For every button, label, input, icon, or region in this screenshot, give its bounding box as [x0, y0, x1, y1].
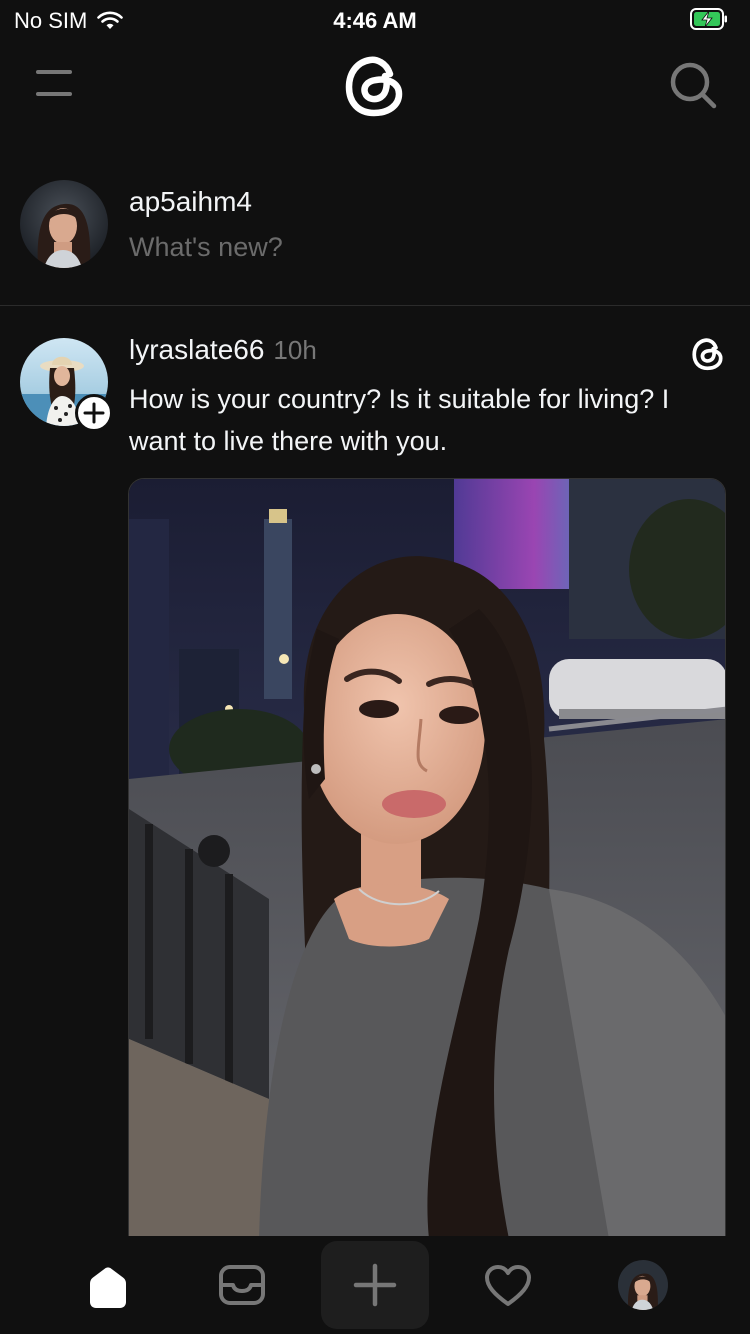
menu-icon[interactable]: [36, 68, 74, 98]
inbox-icon: [219, 1265, 265, 1305]
avatar[interactable]: [20, 180, 108, 268]
threads-logo-icon[interactable]: [343, 52, 407, 120]
tab-inbox[interactable]: [204, 1236, 280, 1334]
selfie-photo: [129, 479, 725, 1237]
composer-username: ap5aihm4: [129, 186, 252, 217]
post-body: How is your country? Is it suitable for …: [129, 384, 670, 456]
profile-avatar: [618, 1260, 668, 1310]
compose-plus-icon: [353, 1263, 397, 1307]
plus-icon: [83, 402, 105, 424]
clock: 4:46 AM: [333, 8, 417, 33]
tab-profile[interactable]: [606, 1236, 682, 1334]
follow-plus-button[interactable]: [75, 394, 113, 432]
post-timestamp: 10h: [273, 335, 317, 365]
search-icon[interactable]: [668, 60, 718, 110]
battery-charging-icon: [690, 8, 727, 30]
bottom-tab-bar: [0, 1236, 750, 1334]
top-nav: [0, 40, 750, 130]
thread-post: lyraslate66 10h How is your country? Is …: [0, 306, 750, 1238]
tab-activity[interactable]: [470, 1236, 546, 1334]
tab-home[interactable]: [70, 1236, 146, 1334]
activity-heart-icon: [485, 1265, 531, 1306]
home-icon: [90, 1267, 126, 1308]
post-image[interactable]: [128, 478, 726, 1238]
post-username[interactable]: lyraslate66: [129, 334, 264, 366]
composer-placeholder[interactable]: What's new?: [129, 232, 283, 263]
status-bar: No SIM 4:46 AM: [0, 0, 750, 40]
new-thread-composer[interactable]: ap5aihm4 What's new?: [0, 170, 750, 305]
tab-compose[interactable]: [321, 1241, 429, 1329]
post-header: lyraslate66 10h: [129, 334, 317, 366]
threads-logo-icon[interactable]: [690, 336, 726, 372]
